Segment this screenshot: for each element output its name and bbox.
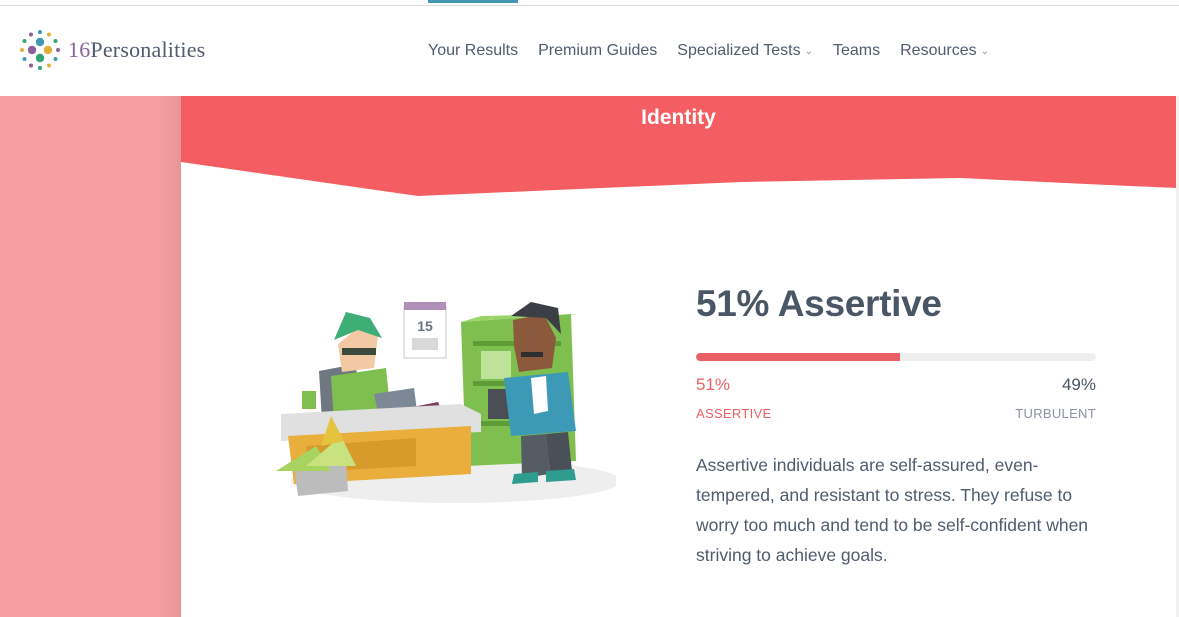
- identity-meter: [696, 353, 1096, 361]
- identity-card: Identity 15 51% Assertive 51% 49% ASSERT…: [181, 96, 1176, 617]
- assertive-label: ASSERTIVE: [696, 406, 772, 421]
- nav-label: Your Results: [428, 42, 519, 59]
- turbulent-label: TURBULENT: [1015, 406, 1096, 421]
- nav-teams[interactable]: Teams: [823, 6, 890, 96]
- nav-label: Specialized Tests: [677, 42, 801, 59]
- nav-label: Teams: [833, 42, 881, 59]
- chevron-down-icon: ⌄: [980, 45, 989, 57]
- assertive-illustration: 15: [276, 302, 616, 503]
- nav-specialized-tests[interactable]: Specialized Tests ⌄: [667, 6, 823, 96]
- assertive-percent: 51%: [696, 375, 731, 394]
- logo-word: Personalities: [90, 37, 206, 62]
- nav-label: Premium Guides: [538, 42, 658, 59]
- nav-label: Resources: [900, 42, 977, 59]
- main-nav: Your Results Premium Guides Specialized …: [418, 0, 999, 96]
- nav-resources[interactable]: Resources ⌄: [890, 6, 999, 96]
- nav-premium-guides[interactable]: Premium Guides: [528, 6, 667, 96]
- side-panel-left: [0, 96, 181, 617]
- site-logo[interactable]: 16Personalities: [18, 28, 205, 72]
- logo-number: 16: [68, 37, 91, 62]
- chevron-down-icon: ⌄: [804, 45, 813, 57]
- logo-wordmark: 16Personalities: [68, 37, 205, 63]
- calendar-day: 15: [417, 318, 433, 334]
- site-header: 16Personalities Your Results Premium Gui…: [0, 0, 1179, 96]
- result-description: Assertive individuals are self-assured, …: [696, 455, 1089, 565]
- section-title: Identity: [641, 106, 716, 129]
- result-title: 51% Assertive: [696, 283, 942, 324]
- turbulent-percent: 49%: [1061, 375, 1096, 394]
- nav-your-results[interactable]: Your Results: [418, 0, 528, 96]
- identity-meter-fill: [696, 353, 900, 361]
- logo-dots-icon: [20, 30, 60, 70]
